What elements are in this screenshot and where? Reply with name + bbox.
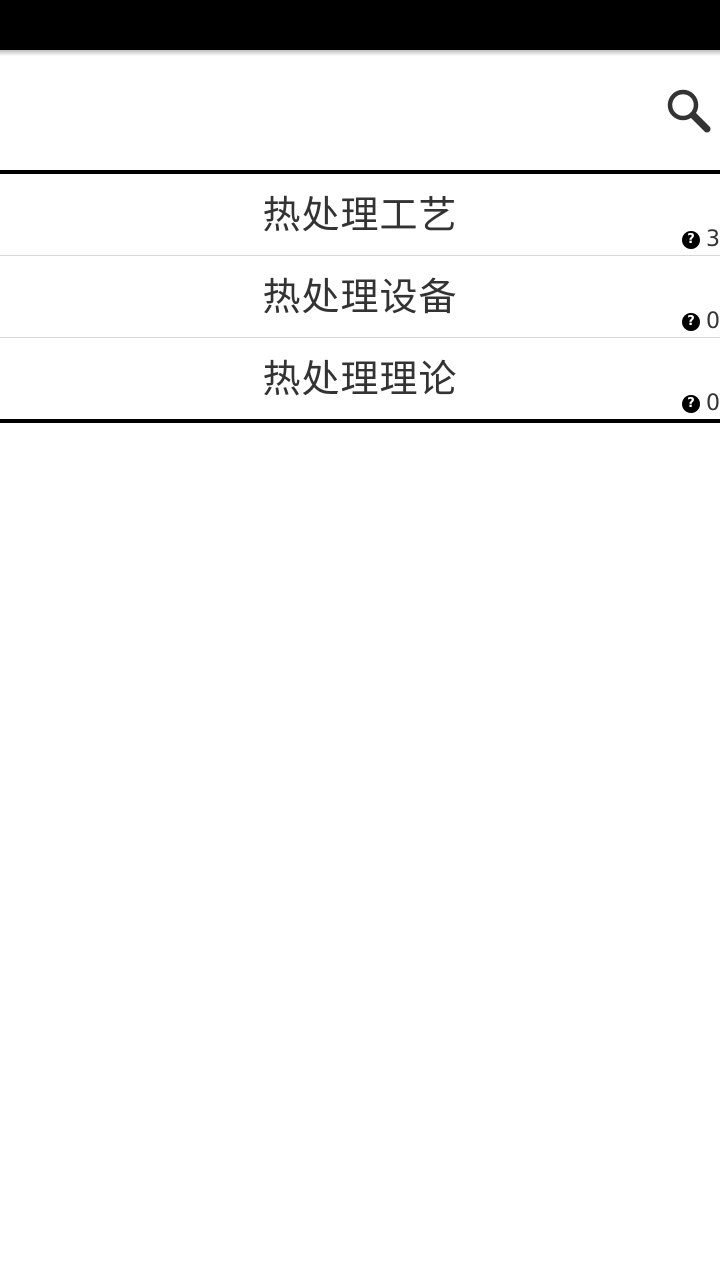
search-icon: [667, 89, 711, 133]
question-count-badge: ? 0: [682, 310, 720, 334]
question-icon: ?: [682, 313, 700, 331]
list-item[interactable]: 热处理设备 ? 0: [0, 256, 720, 338]
list-item[interactable]: 热处理理论 ? 0: [0, 338, 720, 419]
list-item-label: 热处理理论: [262, 357, 458, 401]
question-icon: ?: [682, 395, 700, 413]
question-count-badge: ? 0: [682, 392, 720, 416]
question-count: 0: [706, 310, 720, 334]
question-count: 0: [706, 392, 720, 416]
list-item-label: 热处理工艺: [262, 193, 458, 237]
category-list: 热处理工艺 ? 3 热处理设备 ? 0 热处理理论 ? 0: [0, 170, 720, 423]
search-button[interactable]: [664, 86, 712, 134]
question-count-badge: ? 3: [682, 228, 720, 252]
list-item-label: 热处理设备: [262, 275, 458, 319]
list-item[interactable]: 热处理工艺 ? 3: [0, 174, 720, 256]
status-bar: [0, 0, 720, 50]
toolbar: [0, 56, 720, 170]
question-icon: ?: [682, 231, 700, 249]
question-count: 3: [706, 228, 720, 252]
